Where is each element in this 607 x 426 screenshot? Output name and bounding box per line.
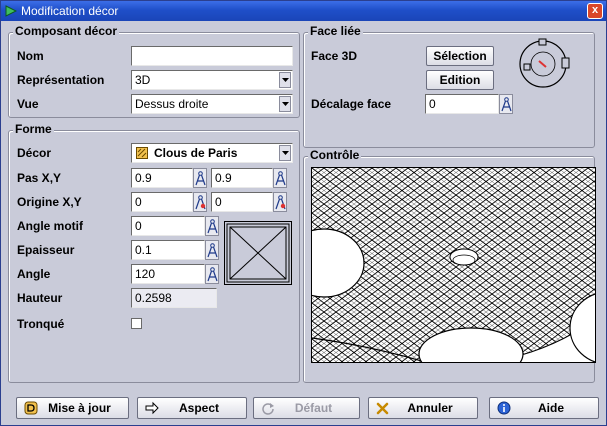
title-bar[interactable]: Modification décor x — [1, 1, 606, 21]
chevron-down-icon — [282, 151, 289, 155]
nom-field[interactable] — [131, 46, 293, 66]
knurl-pattern-render — [312, 168, 595, 362]
origine-y-pick-button[interactable] — [273, 192, 287, 212]
compass-icon — [275, 171, 286, 186]
decor-select[interactable]: Clous de Paris — [131, 143, 293, 163]
face3d-label: Face 3D — [311, 49, 358, 63]
mise-a-jour-button[interactable]: Mise à jour — [16, 397, 129, 419]
decor-pattern-icon — [136, 147, 148, 159]
compass-icon — [195, 171, 206, 186]
aide-button[interactable]: Aide — [489, 397, 599, 419]
face-gauge-icon — [519, 38, 570, 88]
hauteur-value: 0.2598 — [131, 288, 217, 308]
decor-value: Clous de Paris — [154, 146, 238, 160]
refresh-icon — [262, 403, 274, 415]
aspect-button[interactable]: Aspect — [137, 397, 247, 419]
pas-y-pick-button[interactable] — [273, 168, 287, 188]
close-button[interactable]: x — [587, 3, 603, 19]
control-3d-view[interactable] — [311, 167, 596, 363]
representation-value: 3D — [135, 73, 151, 87]
annuler-button[interactable]: Annuler — [368, 397, 478, 419]
mise-a-jour-label: Mise à jour — [48, 401, 111, 415]
representation-select[interactable]: 3D — [131, 70, 293, 90]
vue-label: Vue — [17, 97, 39, 111]
aspect-label: Aspect — [178, 401, 219, 415]
chevron-down-icon — [282, 78, 289, 82]
origine-y-field[interactable]: 0 — [211, 192, 273, 212]
angle-motif-label: Angle motif — [17, 219, 83, 233]
nom-label: Nom — [17, 49, 44, 63]
angle-motif-pick-button[interactable] — [205, 216, 219, 236]
compass-icon — [207, 219, 218, 234]
decor-dropdown-button[interactable] — [279, 145, 291, 161]
decalage-pick-button[interactable] — [499, 94, 513, 114]
epaisseur-pick-button[interactable] — [205, 240, 219, 260]
vue-value: Dessus droite — [135, 97, 209, 111]
compass-point-icon — [275, 195, 286, 210]
angle-label: Angle — [17, 267, 51, 281]
cancel-icon — [376, 402, 389, 415]
pas-y-field[interactable]: 0.9 — [211, 168, 273, 188]
arrow-right-icon — [145, 401, 159, 415]
info-icon — [497, 401, 511, 415]
group-title-forme: Forme — [13, 122, 54, 136]
group-title-controle: Contrôle — [308, 148, 362, 162]
annuler-label: Annuler — [407, 401, 453, 415]
hauteur-label: Hauteur — [17, 291, 63, 305]
update-icon — [24, 401, 38, 415]
app-icon — [5, 5, 17, 17]
pas-label: Pas X,Y — [17, 171, 62, 185]
pattern-preview — [224, 221, 292, 285]
defaut-button[interactable]: Défaut — [253, 397, 360, 419]
pas-x-field[interactable]: 0.9 — [131, 168, 193, 188]
epaisseur-field[interactable]: 0.1 — [131, 240, 205, 260]
tronque-checkbox[interactable] — [131, 318, 142, 329]
chevron-down-icon — [282, 102, 289, 106]
angle-field[interactable]: 120 — [131, 264, 205, 284]
representation-label: Représentation — [17, 73, 105, 87]
representation-dropdown-button[interactable] — [279, 72, 291, 88]
selection-button[interactable]: Sélection — [426, 46, 494, 66]
angle-motif-field[interactable]: 0 — [131, 216, 205, 236]
compass-icon — [207, 243, 218, 258]
pas-x-pick-button[interactable] — [193, 168, 207, 188]
edition-button[interactable]: Edition — [426, 70, 494, 90]
decor-label: Décor — [17, 146, 52, 160]
angle-pick-button[interactable] — [205, 264, 219, 284]
origine-x-pick-button[interactable] — [193, 192, 207, 212]
origine-label: Origine X,Y — [17, 195, 82, 209]
compass-icon — [207, 267, 218, 282]
compass-icon — [501, 97, 512, 112]
group-title-composant: Composant décor — [13, 24, 120, 38]
vue-dropdown-button[interactable] — [279, 96, 291, 112]
dialog-window: Modification décor x Composant décor Nom… — [0, 0, 607, 426]
decalage-label: Décalage face — [311, 97, 392, 111]
tronque-label: Tronqué — [17, 317, 65, 331]
window-title: Modification décor — [21, 4, 119, 18]
group-title-face: Face liée — [308, 24, 363, 38]
decalage-field[interactable]: 0 — [425, 94, 499, 114]
pattern-preview-drawing — [226, 223, 290, 283]
origine-x-field[interactable]: 0 — [131, 192, 193, 212]
aide-label: Aide — [537, 401, 564, 415]
epaisseur-label: Epaisseur — [17, 243, 75, 257]
compass-point-icon — [195, 195, 206, 210]
defaut-label: Défaut — [294, 401, 333, 415]
vue-select[interactable]: Dessus droite — [131, 94, 293, 114]
